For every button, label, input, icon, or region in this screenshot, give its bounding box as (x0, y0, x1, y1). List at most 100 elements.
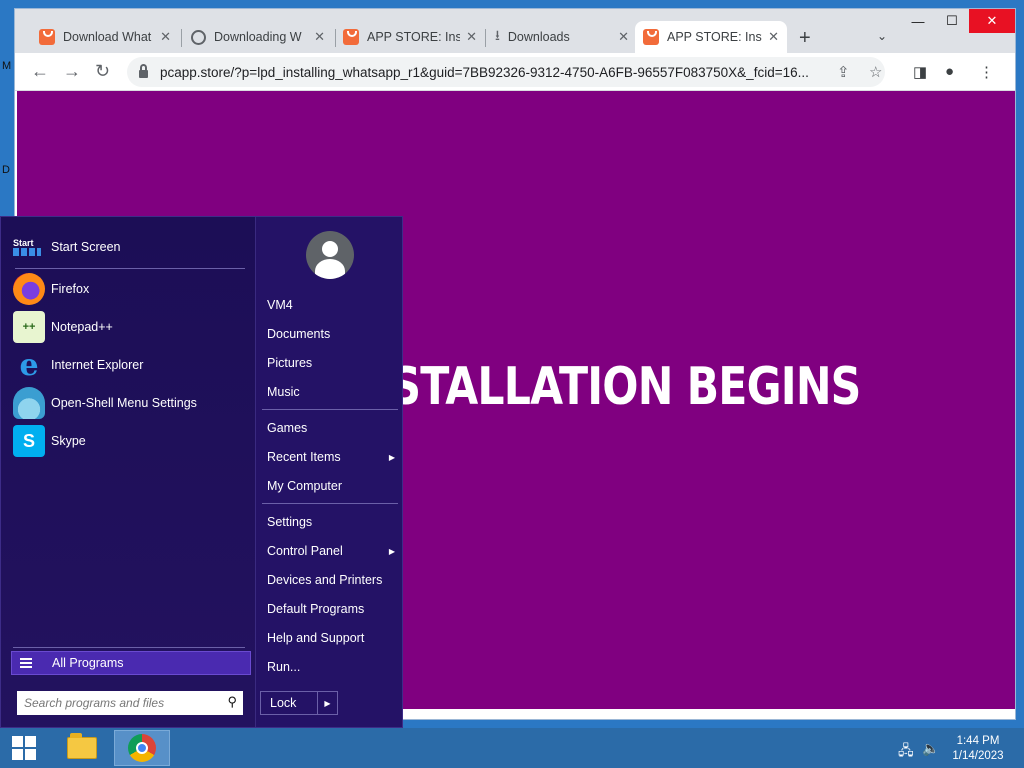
places-label: Games (267, 421, 308, 435)
clock-date: 1/14/2023 (952, 750, 1004, 762)
firefox-icon (13, 273, 45, 305)
places-devices-printers[interactable]: Devices and Printers (267, 570, 397, 590)
start-menu-programs: Start Start Screen Firefox ++ Notepad++ … (1, 217, 255, 727)
tab-strip: Download What ✕ Downloading W ✕ APP STOR… (15, 9, 1015, 53)
browser-toolbar: ← → ↻ pcapp.store/?p=lpd_installing_what… (15, 53, 1015, 91)
program-label: Skype (51, 434, 86, 448)
places-label: Run... (267, 660, 301, 674)
tab-5-active[interactable]: APP STORE: Insta ✕ (635, 21, 787, 53)
places-help-support[interactable]: Help and Support (267, 628, 397, 648)
volume-icon[interactable]: 🔈 (922, 740, 939, 757)
places-default-programs[interactable]: Default Programs (267, 599, 397, 619)
places-label: Music (267, 385, 300, 399)
minimize-button[interactable]: — (901, 9, 935, 33)
taskbar-chrome[interactable] (114, 730, 170, 766)
taskbar-file-explorer[interactable] (54, 730, 110, 766)
desktop-icon-fragment[interactable]: M (2, 60, 11, 72)
places-games[interactable]: Games (267, 418, 397, 438)
places-label: Default Programs (267, 602, 365, 616)
start-screen-icon: Start (13, 231, 45, 263)
tab-title: Downloads (507, 30, 570, 44)
forward-button[interactable]: → (63, 61, 81, 82)
places-documents[interactable]: Documents (267, 324, 397, 344)
close-tab-icon[interactable]: ✕ (618, 29, 629, 45)
url-text[interactable]: pcapp.store/?p=lpd_installing_whatsapp_r… (160, 65, 820, 80)
menu-kebab-icon[interactable]: ⋮ (979, 63, 994, 81)
back-button[interactable]: ← (31, 61, 49, 82)
profile-icon[interactable]: ● (945, 63, 954, 80)
program-skype[interactable]: S Skype (13, 423, 86, 459)
network-icon[interactable]: 🖧 (898, 740, 914, 764)
program-notepadpp[interactable]: ++ Notepad++ (13, 309, 113, 345)
list-icon (20, 658, 32, 668)
program-label: Notepad++ (51, 320, 113, 334)
program-internet-explorer[interactable]: e Internet Explorer (13, 347, 143, 383)
program-label: Open-Shell Menu Settings (51, 396, 197, 410)
lock-options-arrow-icon[interactable]: ▶ (317, 692, 337, 714)
chrome-icon (128, 734, 156, 762)
clock[interactable]: 1:44 PM 1/14/2023 (948, 734, 1008, 764)
tab-4[interactable]: ⭳ Downloads ✕ (487, 21, 637, 53)
share-icon[interactable]: ⇪ (837, 63, 850, 81)
close-tab-icon[interactable]: ✕ (160, 29, 171, 45)
places-label: VM4 (267, 298, 293, 312)
program-start-screen[interactable]: Start Start Screen (13, 229, 120, 265)
places-label: Devices and Printers (267, 573, 383, 587)
submenu-arrow-icon: ▶ (388, 546, 395, 556)
user-avatar-icon[interactable] (306, 231, 354, 279)
lock-icon[interactable] (139, 64, 148, 78)
tab-2[interactable]: Downloading W ✕ (183, 21, 333, 53)
close-tab-icon[interactable]: ✕ (466, 29, 477, 45)
tab-title: APP STORE: Insta (367, 30, 461, 44)
places-label: Documents (267, 327, 331, 341)
places-vm4[interactable]: VM4 (267, 295, 397, 315)
search-placeholder: Search programs and files (24, 696, 165, 710)
window-controls: — ☐ ✕ (901, 9, 1015, 33)
reload-button[interactable]: ↻ (95, 61, 110, 82)
start-search-input[interactable]: Search programs and files ⚲ (17, 691, 243, 715)
places-run[interactable]: Run... (267, 657, 397, 677)
notepad-plus-plus-icon: ++ (13, 311, 45, 343)
places-label: Pictures (267, 356, 313, 370)
new-tab-button[interactable]: + (799, 27, 811, 50)
places-recent-items[interactable]: Recent Items ▶ (267, 447, 397, 467)
clock-time: 1:44 PM (956, 735, 1000, 747)
places-control-panel[interactable]: Control Panel ▶ (267, 541, 397, 561)
address-bar[interactable]: pcapp.store/?p=lpd_installing_whatsapp_r… (127, 57, 885, 87)
bookmark-star-icon[interactable]: ☆ (869, 63, 882, 81)
start-button[interactable] (0, 728, 48, 768)
program-label: Firefox (51, 282, 90, 296)
program-firefox[interactable]: Firefox (13, 271, 89, 307)
tab-search-chevron-icon[interactable]: ⌄ (877, 29, 887, 43)
program-open-shell-settings[interactable]: Open-Shell Menu Settings (13, 385, 197, 421)
lock-label: Lock (270, 696, 297, 710)
submenu-arrow-icon: ▶ (388, 452, 395, 462)
lock-button[interactable]: Lock ▶ (260, 691, 338, 715)
internet-explorer-icon: e (19, 347, 39, 383)
all-programs-label: All Programs (52, 656, 124, 670)
places-my-computer[interactable]: My Computer (267, 476, 397, 496)
tab-1[interactable]: Download What ✕ (31, 21, 179, 53)
search-icon[interactable]: ⚲ (227, 694, 237, 710)
windows-logo-icon (12, 736, 36, 760)
start-icon-text: Start (13, 238, 34, 248)
globe-icon (191, 29, 206, 45)
taskbar: 🖧 🔈 1:44 PM 1/14/2023 (0, 728, 1024, 768)
all-programs-button[interactable]: All Programs (11, 651, 251, 675)
close-window-button[interactable]: ✕ (969, 9, 1015, 33)
close-tab-icon[interactable]: ✕ (314, 29, 325, 45)
maximize-button[interactable]: ☐ (935, 9, 969, 33)
places-label: Help and Support (267, 631, 365, 645)
places-settings[interactable]: Settings (267, 512, 397, 532)
orange-bag-icon (39, 29, 55, 45)
tab-title: Download What (63, 30, 152, 44)
file-explorer-icon (67, 733, 97, 759)
places-label: Recent Items (267, 450, 341, 464)
places-pictures[interactable]: Pictures (267, 353, 397, 373)
tab-3[interactable]: APP STORE: Insta ✕ (335, 21, 485, 53)
side-panel-icon[interactable]: ◨ (913, 63, 927, 81)
desktop-icon-fragment[interactable]: D (2, 164, 10, 176)
places-music[interactable]: Music (267, 382, 397, 402)
skype-icon: S (13, 425, 45, 457)
close-tab-icon[interactable]: ✕ (768, 29, 779, 45)
